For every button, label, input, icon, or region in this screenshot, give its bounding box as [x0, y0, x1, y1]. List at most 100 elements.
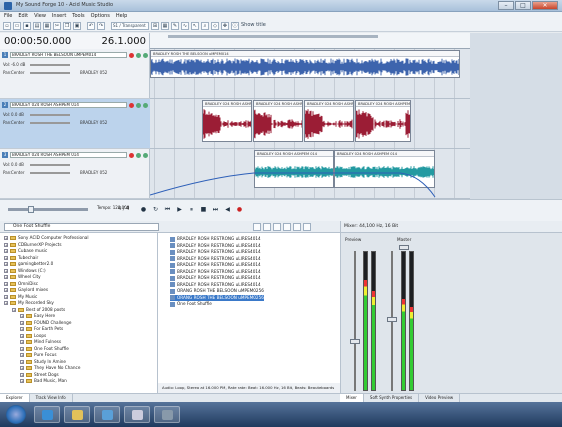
copy-icon[interactable]: ❐: [63, 21, 71, 30]
preview-fader-handle[interactable]: [350, 339, 360, 344]
file-list-item[interactable]: ORANG ROSH THE BELSOON uMPEM0256: [170, 294, 264, 301]
pause-icon[interactable]: ⏸: [188, 206, 195, 213]
paste-icon[interactable]: ▣: [73, 21, 81, 30]
expand-icon[interactable]: +: [4, 288, 8, 292]
up-folder-icon[interactable]: [253, 223, 261, 231]
redo-icon[interactable]: ↷: [97, 21, 105, 30]
stop-icon[interactable]: ■: [200, 206, 207, 213]
folder-tree-item[interactable]: + Sony ACID Computer Professional: [4, 235, 89, 241]
tab-explorer[interactable]: Explorer: [0, 394, 30, 402]
taskbar-acid-icon[interactable]: [124, 406, 150, 423]
expand-icon[interactable]: +: [20, 379, 24, 383]
file-list-item[interactable]: One Foot Shuffle: [170, 301, 212, 307]
file-list-item[interactable]: BRADLEY ROSH RESTRONG uLIRES4014: [170, 275, 261, 281]
file-list-item[interactable]: BRADLEY ROSH RESTRONG uLIRES4014: [170, 262, 261, 268]
expand-icon[interactable]: +: [4, 249, 8, 253]
expand-icon[interactable]: +: [20, 372, 24, 377]
expand-icon[interactable]: +: [20, 346, 24, 351]
folder-tree-item[interactable]: + Gaylord mixes: [4, 287, 48, 293]
menu-file[interactable]: File: [4, 12, 12, 20]
mute-icon[interactable]: [136, 152, 141, 158]
file-list-item[interactable]: BRADLEY ROSH RESTRONG uLIRES4014: [170, 269, 261, 275]
toolbar-field[interactable]: S1 / Transparent: [111, 21, 149, 30]
track-header[interactable]: 1 BRADLEY ROSH THE BELSOON uMPEM014 Vol: -6…: [0, 49, 150, 99]
taskbar-app-icon[interactable]: [154, 406, 180, 423]
render-icon[interactable]: ▤: [33, 21, 41, 30]
volume-slider[interactable]: [30, 164, 70, 166]
folder-tree-item[interactable]: + They Have No Chance: [20, 365, 80, 371]
folder-tree-item[interactable]: + Windows (C:): [4, 268, 46, 274]
expand-icon[interactable]: +: [4, 242, 8, 247]
expand-icon[interactable]: +: [20, 314, 24, 318]
folder-tree-item[interactable]: + Study In Amine: [20, 359, 66, 365]
views-icon[interactable]: [273, 223, 281, 231]
expand-icon[interactable]: +: [4, 255, 8, 260]
solo-icon[interactable]: [143, 152, 148, 158]
folder-tree-item[interactable]: + Loops: [20, 333, 46, 339]
folder-tree-item[interactable]: + My Music: [4, 294, 37, 300]
record-icon[interactable]: ●: [140, 206, 147, 213]
track-fx-label[interactable]: BRADLEY 052: [80, 70, 107, 75]
tab-soft-synth[interactable]: Soft Synth Properties: [364, 394, 420, 402]
master-fader-handle[interactable]: [387, 317, 397, 322]
expand-icon[interactable]: +: [4, 294, 8, 299]
track-name[interactable]: BRADLEY 024 ROSH ASHPEM 014: [10, 152, 127, 158]
volume-slider[interactable]: [30, 114, 70, 116]
tab-mixer[interactable]: Mixer: [340, 394, 364, 402]
folder-tree-item[interactable]: + OmniDisc: [4, 281, 38, 287]
menu-insert[interactable]: Insert: [52, 12, 66, 20]
open-icon[interactable]: ▭: [13, 21, 21, 30]
tab-video-preview[interactable]: Video Preview: [419, 394, 461, 402]
taskbar-explorer-icon[interactable]: [64, 406, 90, 423]
file-list-item[interactable]: BRADLEY ROSH RESTRONG uLIRES4014: [170, 282, 261, 288]
track-header[interactable]: 2 BRADLEY 024 ROSH ASHPEM 014 Vol: 0.0 dB Pa…: [0, 99, 150, 149]
master-mute-button[interactable]: [399, 245, 409, 250]
timeline-ruler[interactable]: [150, 33, 470, 49]
expand-icon[interactable]: +: [4, 236, 8, 240]
new-icon[interactable]: ▫: [3, 21, 11, 30]
solo-icon[interactable]: [143, 102, 148, 108]
timeline-area[interactable]: BRADLEY ROSH THE BELSOON uMPEM014 BRADLEY…: [150, 49, 470, 199]
show-title-label[interactable]: Show title: [241, 22, 287, 30]
go-to-start-icon[interactable]: ⏮: [164, 206, 171, 213]
folder-tree-item[interactable]: + CDBurnerXP Projects: [4, 242, 62, 248]
folder-tree-item[interactable]: + One Foot Shuffle: [20, 346, 69, 352]
expand-icon[interactable]: +: [4, 301, 8, 305]
expand-icon[interactable]: +: [20, 320, 24, 325]
expand-icon[interactable]: +: [20, 340, 24, 344]
menu-tools[interactable]: Tools: [72, 12, 84, 20]
pan-slider[interactable]: [30, 122, 70, 124]
pan-slider[interactable]: [30, 72, 70, 74]
snap-icon[interactable]: ⊞: [151, 21, 159, 30]
expand-icon[interactable]: +: [20, 366, 24, 370]
record-arm-icon[interactable]: [129, 102, 134, 108]
minimize-button[interactable]: –: [498, 1, 514, 10]
system-tray[interactable]: [514, 410, 554, 418]
maximize-button[interactable]: □: [515, 1, 531, 10]
cut-icon[interactable]: ✂: [53, 21, 61, 30]
draw-tool-icon[interactable]: ✎: [171, 21, 179, 30]
expand-icon[interactable]: +: [20, 353, 24, 357]
folder-tree-item[interactable]: + Easy Here: [20, 313, 55, 319]
zoom-slider-handle[interactable]: [28, 206, 34, 213]
zoom-slider-track[interactable]: [8, 208, 88, 211]
folder-tree-item[interactable]: + My Recorded Sky: [4, 300, 54, 306]
menu-view[interactable]: View: [34, 12, 46, 20]
folder-tree-item[interactable]: + FOUND Challenge: [20, 320, 71, 326]
preview-fader-track[interactable]: [354, 251, 356, 391]
undo-icon[interactable]: ↶: [87, 21, 95, 30]
expand-icon[interactable]: +: [20, 327, 24, 331]
refresh-icon[interactable]: [263, 223, 271, 231]
close-button[interactable]: ✕: [532, 1, 558, 10]
expand-icon[interactable]: +: [20, 333, 24, 338]
track-fx-label[interactable]: BRADLEY 052: [80, 170, 107, 175]
expand-icon[interactable]: +: [4, 262, 8, 266]
pan-slider[interactable]: [30, 172, 70, 174]
track-header[interactable]: 3 BRADLEY 024 ROSH ASHPEM 014 Vol: 0.0 dB Pa…: [0, 149, 150, 199]
file-list-item[interactable]: BRADLEY ROSH RESTRONG uLIRES4014: [170, 249, 261, 255]
zoom-tool-icon[interactable]: ⌕: [201, 21, 209, 30]
time-signature[interactable]: 4 / 4: [118, 206, 129, 212]
taskbar-media-icon[interactable]: [94, 406, 120, 423]
file-list-item[interactable]: BRADLEY ROSH RESTRONG uLIRES4014: [170, 243, 261, 249]
info-icon[interactable]: ⓘ: [231, 21, 239, 30]
